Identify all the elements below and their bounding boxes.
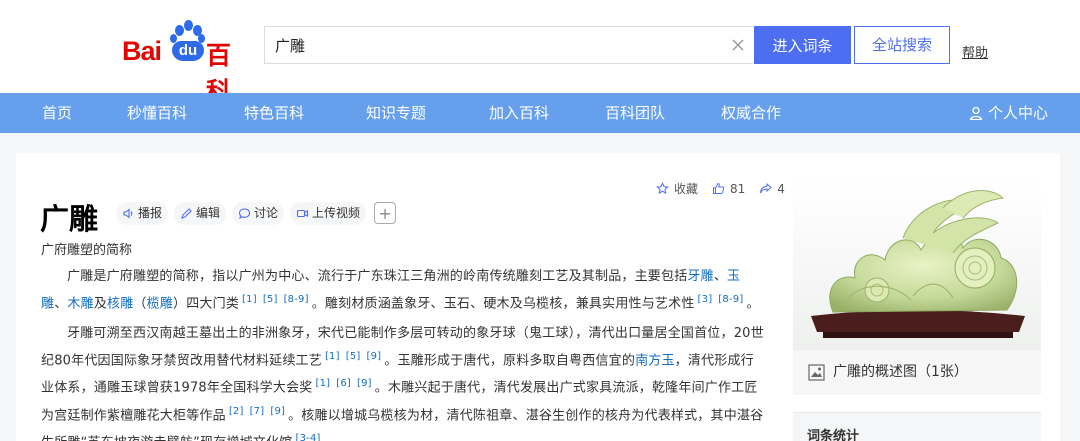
logo-paw-du: du xyxy=(172,41,204,61)
nav-item-join[interactable]: 加入百科 xyxy=(489,93,549,133)
para-text: 广雕是广府雕塑的简称，指以广州为中心、流行于广东珠江三角洲的岭南传统雕刻工艺及其… xyxy=(67,269,688,284)
like-count: 81 xyxy=(730,181,746,196)
para-text: ）四大门类 xyxy=(173,296,240,312)
entry-toolbar: 播报 编辑 讨论 上传视频 + xyxy=(116,202,397,226)
para-text: 。玉雕形成于唐代，原料多取自粤西信宜的 xyxy=(384,353,636,369)
user-center-label: 个人中心 xyxy=(988,104,1049,122)
link-olive-carving[interactable]: 榄雕 xyxy=(147,296,173,311)
edit-label: 编辑 xyxy=(196,206,221,220)
favorite-button[interactable]: 收藏 xyxy=(656,180,698,197)
citation-ref[interactable]: [6] xyxy=(336,378,351,389)
entry-statistics-panel: 词条统计 xyxy=(793,412,1041,441)
entry-stats: 收藏 81 4 xyxy=(656,180,785,197)
user-center-link[interactable]: 个人中心 xyxy=(969,93,1048,133)
para-text: 。 xyxy=(746,296,760,312)
citation-ref[interactable]: [1] xyxy=(325,351,340,362)
overview-image[interactable] xyxy=(793,178,1041,350)
para-text: 。雕刻材质涵盖象牙、玉石、硬木及乌榄核，兼具实用性与艺术性 xyxy=(311,296,695,312)
like-button[interactable]: 81 xyxy=(712,180,745,197)
broadcast-label: 播报 xyxy=(138,206,163,220)
citation-ref[interactable]: [9] xyxy=(366,351,381,362)
edit-button[interactable]: 编辑 xyxy=(174,202,227,225)
logo-paw-toe xyxy=(184,20,193,31)
citation-ref[interactable]: [7] xyxy=(250,406,265,417)
caption-label: 广雕的概述图（1张） xyxy=(833,364,968,380)
user-icon xyxy=(969,106,983,120)
chat-icon xyxy=(238,208,251,220)
enter-entry-button[interactable]: 进入词条 xyxy=(754,26,851,64)
search-box xyxy=(264,26,753,64)
video-icon xyxy=(296,209,309,218)
logo-text-bai: Bai xyxy=(122,36,162,66)
nav-item-home[interactable]: 首页 xyxy=(42,93,72,133)
citation-ref[interactable]: [8-9] xyxy=(718,294,743,305)
link-ivory-carving[interactable]: 牙雕 xyxy=(687,269,713,284)
favorite-label: 收藏 xyxy=(674,182,699,196)
main-nav: 首页 秒懂百科 特色百科 知识专题 加入百科 百科团队 权威合作 个人中心 xyxy=(0,93,1080,133)
link-wood-carving[interactable]: 木雕 xyxy=(67,296,93,311)
baidu-baike-logo[interactable]: Bai du 百科 xyxy=(122,20,254,106)
entry-statistics-title: 词条统计 xyxy=(807,429,860,441)
help-link[interactable]: 帮助 xyxy=(962,42,988,61)
citation-ref[interactable]: [1] xyxy=(315,378,330,389)
para-text: 、 xyxy=(54,296,68,312)
speaker-icon xyxy=(123,208,133,219)
citation-ref[interactable]: [5] xyxy=(263,294,278,305)
entry-title: 广雕 xyxy=(40,202,99,236)
logo-paw-toe xyxy=(175,25,184,36)
citation-ref[interactable]: [3] xyxy=(698,294,713,305)
share-count: 4 xyxy=(777,181,785,196)
discuss-label: 讨论 xyxy=(254,206,279,220)
search-input[interactable] xyxy=(275,27,715,63)
thumbs-up-icon xyxy=(713,182,725,194)
citation-ref[interactable]: [5] xyxy=(346,351,361,362)
para-text: 。 xyxy=(324,435,337,441)
citation-ref[interactable]: [9] xyxy=(357,378,372,389)
gallery-icon xyxy=(808,364,825,381)
share-icon xyxy=(760,182,773,194)
citation-ref[interactable]: [8-9] xyxy=(284,294,309,305)
nav-item-featured[interactable]: 特色百科 xyxy=(244,93,304,133)
para-text: 及 xyxy=(93,296,108,312)
star-icon xyxy=(656,182,669,195)
jade-carving-illustration xyxy=(793,178,1041,350)
upload-video-label: 上传视频 xyxy=(312,206,361,220)
pencil-icon xyxy=(181,208,192,219)
site-search-button[interactable]: 全站搜索 xyxy=(854,26,950,64)
citation-ref[interactable]: [3-4] xyxy=(295,433,320,441)
nav-item-team[interactable]: 百科团队 xyxy=(605,93,665,133)
share-button[interactable]: 4 xyxy=(759,180,785,197)
link-nut-carving[interactable]: 核雕 xyxy=(107,296,133,311)
citation-ref[interactable]: [9] xyxy=(270,406,285,417)
summary-paragraph: 广雕是广府雕塑的简称，指以广州为中心、流行于广东珠江三角洲的岭南传统雕刻工艺及其… xyxy=(41,265,764,315)
discuss-button[interactable]: 讨论 xyxy=(232,202,285,225)
nav-item-miaodong[interactable]: 秒懂百科 xyxy=(127,93,187,133)
broadcast-button[interactable]: 播报 xyxy=(116,202,169,225)
citation-ref[interactable]: [1] xyxy=(242,294,257,305)
upload-video-button[interactable]: 上传视频 xyxy=(290,202,367,225)
para-text: 、 xyxy=(713,269,728,284)
overview-image-caption[interactable]: 广雕的概述图（1张） xyxy=(793,350,1041,395)
nav-item-topics[interactable]: 知识专题 xyxy=(366,93,426,133)
history-paragraph: 牙雕可溯至西汉南越王墓出土的非洲象牙，宋代已能制作多层可转动的象牙球（鬼工球），… xyxy=(41,322,764,441)
add-icon[interactable]: + xyxy=(374,202,397,224)
nav-item-cooperation[interactable]: 权威合作 xyxy=(721,93,781,133)
top-header: Bai du 百科 进入词条 全站搜索 帮助 xyxy=(0,0,1080,106)
citation-ref[interactable]: [2] xyxy=(229,406,244,417)
entry-subtitle: 广府雕塑的简称 xyxy=(41,243,133,258)
clear-icon[interactable] xyxy=(730,37,746,53)
para-text: （ xyxy=(133,296,147,312)
link-southern-jade[interactable]: 南方玉 xyxy=(635,353,675,368)
